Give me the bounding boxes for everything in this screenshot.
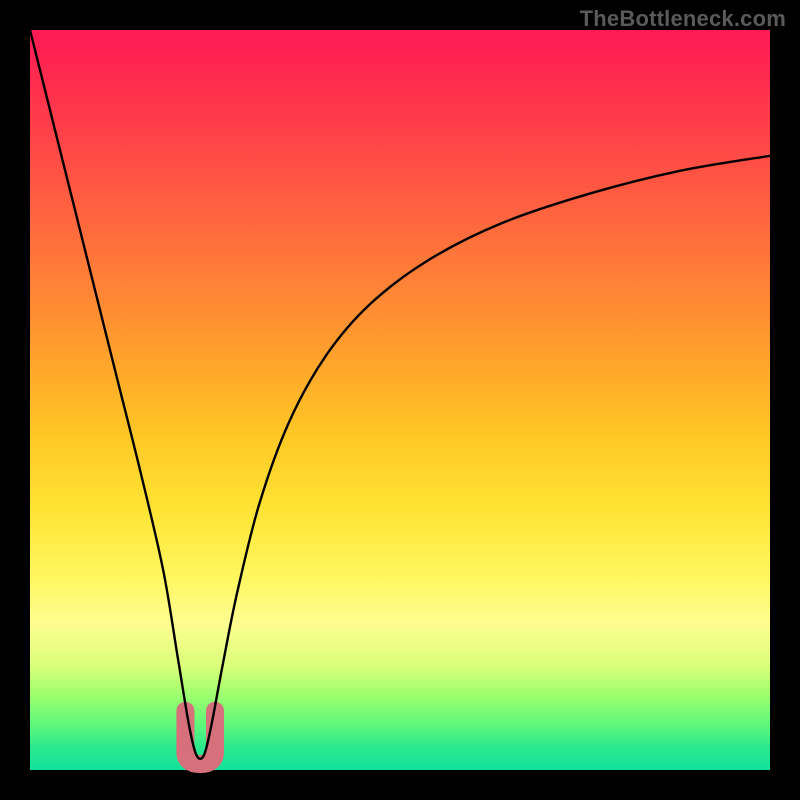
minimum-marker [185,711,215,764]
watermark-text: TheBottleneck.com [580,6,786,32]
chart-container: TheBottleneck.com [0,0,800,800]
curve-svg [30,30,770,770]
bottleneck-curve [30,30,770,759]
plot-area [30,30,770,770]
